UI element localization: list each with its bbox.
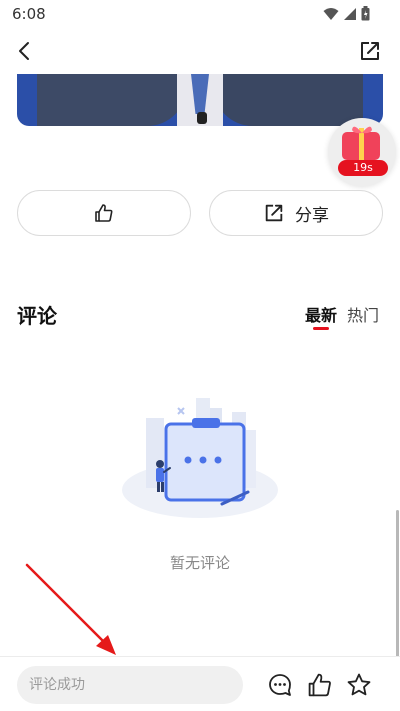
gift-timer-badge: 19s — [338, 160, 388, 176]
share-top-button[interactable] — [358, 39, 382, 63]
scrollbar[interactable] — [396, 510, 399, 660]
share-out-icon — [361, 42, 379, 60]
nav-bar — [0, 28, 400, 74]
tab-hot[interactable]: 热门 — [347, 302, 379, 326]
comments-header: 评论 最新 热门 — [0, 296, 400, 336]
favorite-button[interactable] — [346, 672, 372, 698]
gift-bow — [352, 126, 372, 134]
comment-button[interactable] — [267, 672, 293, 698]
like-button[interactable] — [17, 190, 191, 236]
signal-icon — [344, 7, 356, 20]
comment-icon — [269, 674, 291, 696]
tab-latest[interactable]: 最新 — [305, 302, 337, 326]
tab-active-indicator — [313, 327, 329, 330]
share-button[interactable]: 分享 — [209, 190, 383, 236]
share-label: 分享 — [295, 205, 329, 226]
thumbs-up-icon — [95, 204, 113, 222]
status-icons — [323, 6, 370, 21]
thumbs-up-icon — [308, 673, 331, 697]
chevron-left-icon — [19, 42, 29, 60]
action-row: 分享 — [17, 190, 383, 236]
empty-comments-illustration — [122, 398, 278, 518]
video-person-right — [213, 74, 363, 126]
gift-float-button[interactable]: 19s — [328, 118, 396, 186]
empty-comments-text: 暂无评论 — [169, 554, 230, 572]
wifi-icon — [323, 7, 339, 20]
share-out-icon — [265, 204, 283, 222]
star-icon — [347, 673, 371, 696]
video-person-left — [37, 74, 187, 126]
bottom-like-button[interactable] — [307, 672, 333, 698]
video-player[interactable] — [17, 74, 383, 126]
status-time: 6:08 — [12, 5, 46, 23]
bottom-bar — [0, 656, 400, 711]
battery-icon — [361, 6, 370, 21]
comments-title: 评论 — [17, 304, 57, 328]
video-microphone — [197, 112, 207, 124]
comment-input[interactable] — [17, 666, 243, 704]
status-bar: 6:08 — [0, 0, 400, 28]
back-button[interactable] — [12, 38, 38, 64]
